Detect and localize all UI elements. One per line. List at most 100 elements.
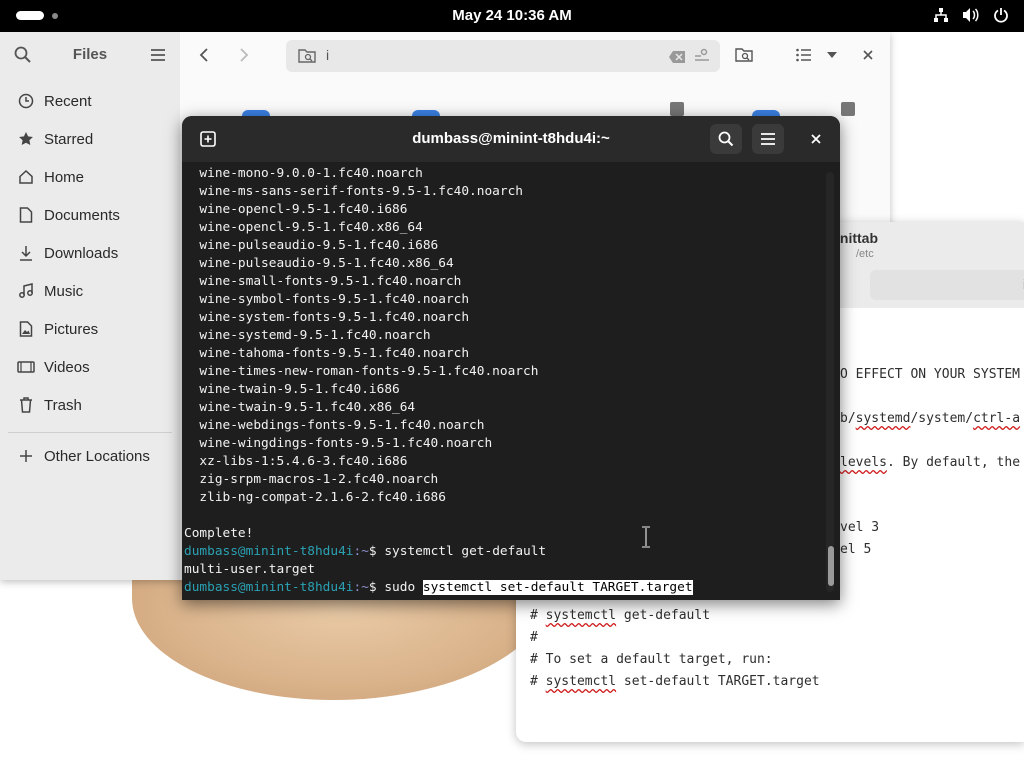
terminal-output-line: wine-times-new-roman-fonts-9.5-1.fc40.no… xyxy=(184,364,539,379)
search-options-icon[interactable] xyxy=(694,48,710,68)
terminal-output-line: wine-tahoma-fonts-9.5-1.fc40.noarch xyxy=(184,346,470,361)
sidebar-item-label: Videos xyxy=(44,358,90,376)
folder-search-icon xyxy=(298,48,316,68)
location-text: i xyxy=(326,47,330,63)
terminal-output-line: wine-ms-sans-serif-fonts-9.5-1.fc40.noar… xyxy=(184,184,523,199)
close-icon[interactable] xyxy=(800,124,832,154)
terminal-prompt-line: dumbass@minint-t8hdu4i:~$ systemctl get-… xyxy=(184,544,547,559)
download-icon xyxy=(8,245,44,261)
symlink-badge-icon xyxy=(670,102,684,116)
back-arrow-icon[interactable] xyxy=(192,44,216,66)
sidebar-item-recent[interactable]: Recent xyxy=(8,84,172,118)
power-icon[interactable] xyxy=(992,6,1010,24)
forward-arrow-icon[interactable] xyxy=(232,44,256,66)
sidebar-item-other-locations[interactable]: Other Locations xyxy=(8,439,172,473)
list-view-icon[interactable] xyxy=(792,44,816,66)
sidebar-item-music[interactable]: Music xyxy=(8,274,172,308)
sidebar-item-label: Other Locations xyxy=(44,447,150,465)
editor-line: vel 3 xyxy=(840,520,880,535)
sidebar-item-label: Trash xyxy=(44,396,82,414)
files-sidebar: Files Recent Starred Home Documents Down… xyxy=(0,32,180,580)
star-icon xyxy=(8,131,44,147)
sidebar-item-trash[interactable]: Trash xyxy=(8,388,172,422)
terminal-output-line: xz-libs-1:5.4.6-3.fc40.i686 xyxy=(184,454,408,469)
files-sidebar-header: Files xyxy=(0,32,180,78)
clock[interactable]: May 24 10:36 AM xyxy=(0,7,1024,24)
terminal-output-line: multi-user.target xyxy=(184,562,315,577)
editor-line: # systemctl get-default xyxy=(530,608,711,623)
selected-text[interactable]: systemctl set-default TARGET.target xyxy=(422,580,693,595)
terminal-output-line: wine-twain-9.5-1.fc40.i686 xyxy=(184,382,400,397)
clear-text-icon[interactable] xyxy=(668,49,686,68)
symlink-badge-icon xyxy=(841,102,855,116)
sidebar-item-label: Music xyxy=(44,282,84,300)
text-cursor-icon xyxy=(642,526,650,548)
sidebar-item-label: Starred xyxy=(44,130,94,148)
terminal-scrollbar[interactable] xyxy=(826,172,834,592)
terminal-output-line: wine-pulseaudio-9.5-1.fc40.x86_64 xyxy=(184,256,454,271)
sidebar-item-pictures[interactable]: Pictures xyxy=(8,312,172,346)
hamburger-menu-icon[interactable] xyxy=(150,47,166,66)
terminal-output-line: wine-opencl-9.5-1.fc40.i686 xyxy=(184,202,408,217)
clock-icon xyxy=(8,93,44,109)
trash-icon xyxy=(8,397,44,413)
search-folder-icon[interactable] xyxy=(732,44,756,66)
terminal-header-bar: dumbass@minint-t8hdu4i:~ xyxy=(182,116,840,162)
plus-icon xyxy=(8,449,44,463)
editor-line: O EFFECT ON YOUR SYSTEM xyxy=(840,367,1021,382)
terminal-output-line: wine-pulseaudio-9.5-1.fc40.i686 xyxy=(184,238,439,253)
terminal-output-line: wine-small-fonts-9.5-1.fc40.noarch xyxy=(184,274,462,289)
editor-file-path: /etc xyxy=(856,248,874,260)
system-tray[interactable] xyxy=(932,6,1010,24)
video-icon xyxy=(8,360,44,374)
picture-icon xyxy=(8,321,44,337)
sidebar-item-label: Home xyxy=(44,168,85,186)
sidebar-item-label: Pictures xyxy=(44,320,99,338)
terminal-output-line: wine-symbol-fonts-9.5-1.fc40.noarch xyxy=(184,292,470,307)
sidebar-item-downloads[interactable]: Downloads xyxy=(8,236,172,270)
close-icon[interactable] xyxy=(856,44,880,66)
editor-search-field[interactable]: i xyxy=(870,270,1024,300)
terminal-output-line: Complete! xyxy=(184,526,254,541)
editor-line: b/systemd/system/ctrl-a xyxy=(840,411,1021,426)
terminal-output-line: zlib-ng-compat-2.1.6-2.fc40.i686 xyxy=(184,490,446,505)
network-icon[interactable] xyxy=(932,6,950,24)
sidebar-item-home[interactable]: Home xyxy=(8,160,172,194)
sidebar-divider xyxy=(8,432,172,433)
terminal-output-lines: wine-mono-9.0.0-1.fc40.noarch wine-ms-sa… xyxy=(184,165,824,543)
terminal-output-line: wine-twain-9.5-1.fc40.x86_64 xyxy=(184,400,416,415)
scrollbar-thumb[interactable] xyxy=(828,546,834,586)
terminal-window: dumbass@minint-t8hdu4i:~ wine-mono-9.0.0… xyxy=(182,116,840,600)
home-icon xyxy=(8,169,44,185)
terminal-output-line: wine-wingdings-fonts-9.5-1.fc40.noarch xyxy=(184,436,493,451)
search-icon[interactable] xyxy=(710,124,742,154)
chevron-down-icon[interactable] xyxy=(820,44,844,66)
sidebar-item-starred[interactable]: Starred xyxy=(8,122,172,156)
editor-line: levels. By default, the xyxy=(840,455,1021,470)
editor-line: # xyxy=(530,630,538,645)
volume-icon[interactable] xyxy=(962,6,980,24)
editor-line: # To set a default target, run: xyxy=(530,652,773,667)
terminal-output-line: wine-webdings-fonts-9.5-1.fc40.noarch xyxy=(184,418,485,433)
terminal-output-line: wine-systemd-9.5-1.fc40.noarch xyxy=(184,328,431,343)
sidebar-item-label: Documents xyxy=(44,206,120,224)
terminal-prompt-line: dumbass@minint-t8hdu4i:~$ sudo systemctl… xyxy=(184,580,693,595)
location-entry[interactable]: i xyxy=(286,40,720,72)
terminal-output-line: wine-opencl-9.5-1.fc40.x86_64 xyxy=(184,220,423,235)
hamburger-menu-icon[interactable] xyxy=(752,124,784,154)
sidebar-item-documents[interactable]: Documents xyxy=(8,198,172,232)
editor-file-title: inittab xyxy=(836,230,878,246)
editor-line: # systemctl set-default TARGET.target xyxy=(530,674,820,689)
editor-line: el 5 xyxy=(840,542,872,557)
sidebar-item-videos[interactable]: Videos xyxy=(8,350,172,384)
terminal-output[interactable]: wine-mono-9.0.0-1.fc40.noarch wine-ms-sa… xyxy=(184,165,824,597)
terminal-output-line: zig-srpm-macros-1-2.fc40.noarch xyxy=(184,472,439,487)
top-bar: May 24 10:36 AM xyxy=(0,0,1024,32)
sidebar-item-label: Recent xyxy=(44,92,92,110)
music-icon xyxy=(8,283,44,299)
document-icon xyxy=(8,207,44,223)
files-header-bar: i xyxy=(180,32,890,78)
sidebar-item-label: Downloads xyxy=(44,244,119,262)
terminal-output-line: wine-mono-9.0.0-1.fc40.noarch xyxy=(184,166,423,181)
